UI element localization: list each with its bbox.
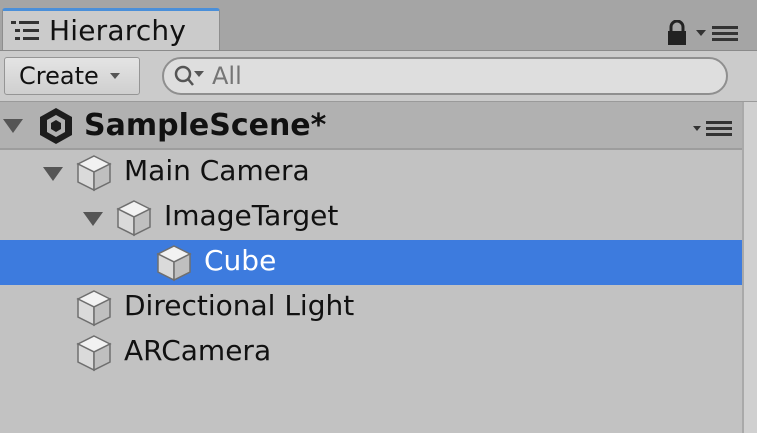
hierarchy-item-imagetarget[interactable]: ImageTarget xyxy=(0,195,742,240)
scrollbar[interactable] xyxy=(742,102,757,433)
hierarchy-item-directional-light[interactable]: Directional Light xyxy=(0,285,742,330)
hierarchy-item-label: Main Camera xyxy=(124,154,310,187)
expand-triangle-icon[interactable] xyxy=(2,116,24,136)
hierarchy-item-label: ARCamera xyxy=(124,334,272,367)
hierarchy-item-label: ImageTarget xyxy=(164,199,339,232)
create-button[interactable]: Create xyxy=(4,57,140,95)
tab-title: Hierarchy xyxy=(49,14,187,47)
scene-menu-icon[interactable] xyxy=(692,118,734,138)
gameobject-cube-icon xyxy=(76,290,112,327)
hierarchy-tree: Main Camera ImageTarget Cube Directional… xyxy=(0,150,742,375)
tab-bar: Hierarchy xyxy=(0,0,757,51)
gameobject-cube-icon xyxy=(156,245,192,282)
hierarchy-item-cube[interactable]: Cube xyxy=(0,240,742,285)
gameobject-cube-icon xyxy=(76,335,112,372)
panel-menu-icon[interactable] xyxy=(694,24,742,44)
tab-hierarchy[interactable]: Hierarchy xyxy=(2,8,220,50)
hierarchy-item-arcamera[interactable]: ARCamera xyxy=(0,330,742,375)
chevron-down-icon xyxy=(109,73,120,79)
hierarchy-list-icon xyxy=(11,20,39,40)
lock-icon[interactable] xyxy=(666,20,688,46)
create-button-label: Create xyxy=(19,62,99,90)
hierarchy-item-label: Directional Light xyxy=(124,289,355,322)
gameobject-cube-icon xyxy=(116,200,152,237)
scene-header[interactable]: SampleScene* xyxy=(0,102,742,150)
search-icon xyxy=(174,65,204,86)
search-input[interactable] xyxy=(210,62,692,90)
expand-triangle-icon[interactable] xyxy=(82,209,104,229)
hierarchy-toolbar: Create xyxy=(0,51,757,102)
unity-logo-icon xyxy=(40,108,72,144)
expand-triangle-icon[interactable] xyxy=(42,164,64,184)
hierarchy-item-main-camera[interactable]: Main Camera xyxy=(0,150,742,195)
scene-title: SampleScene* xyxy=(84,108,327,143)
search-field[interactable] xyxy=(162,57,728,95)
gameobject-cube-icon xyxy=(76,155,112,192)
hierarchy-item-label: Cube xyxy=(204,244,277,277)
